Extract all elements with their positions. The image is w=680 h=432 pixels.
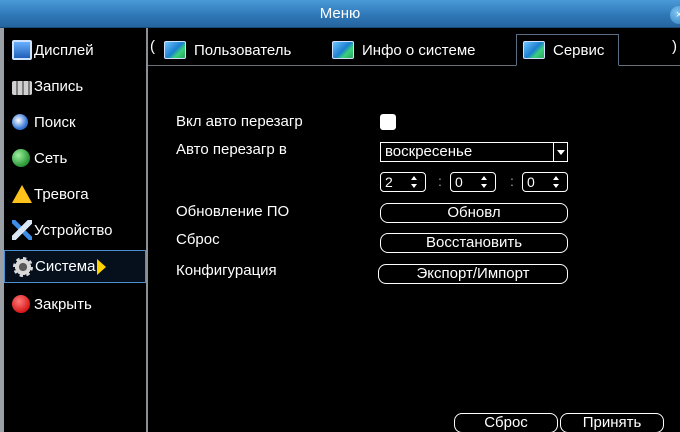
- sidebar-divider: [146, 28, 148, 432]
- hour-value: 2: [385, 174, 393, 190]
- second-spinner[interactable]: 0: [522, 172, 568, 192]
- tab-next-button[interactable]: ): [672, 38, 677, 55]
- time-separator: :: [510, 173, 514, 189]
- reset-label: Сброс: [176, 231, 220, 248]
- restore-button[interactable]: Восстановить: [380, 233, 568, 253]
- sidebar-item-label: Дисплей: [34, 41, 94, 59]
- active-arrow-icon: [97, 258, 107, 275]
- update-button[interactable]: Обновл: [380, 203, 568, 223]
- title-bar: Меню ×: [0, 0, 680, 28]
- sidebar-item-alarm[interactable]: Тревога: [4, 176, 146, 212]
- reboot-day-select[interactable]: воскресенье: [380, 142, 568, 162]
- display-icon: [12, 40, 32, 60]
- hour-spinner[interactable]: 2: [380, 172, 426, 192]
- auto-reboot-label: Вкл авто перезагр: [176, 113, 303, 130]
- device-icon: [12, 220, 32, 240]
- tab-label: Инфо о системе: [362, 41, 476, 59]
- service-tab-icon: [523, 41, 545, 59]
- sidebar-item-device[interactable]: Устройство: [4, 212, 146, 248]
- second-value: 0: [527, 174, 535, 190]
- config-label: Конфигурация: [176, 262, 277, 279]
- sidebar-item-label: Запись: [34, 77, 84, 95]
- sidebar-item-label: Поиск: [34, 113, 76, 131]
- user-tab-icon: [164, 41, 186, 59]
- sidebar-item-search[interactable]: Поиск: [4, 104, 146, 140]
- tab-service[interactable]: Сервис: [516, 34, 620, 66]
- sidebar-item-display[interactable]: Дисплей: [4, 32, 146, 68]
- tab-prev-button[interactable]: (: [150, 38, 155, 55]
- tab-label: Сервис: [553, 41, 605, 59]
- network-icon: [12, 149, 30, 167]
- tab-user[interactable]: Пользователь: [164, 34, 291, 66]
- export-import-button[interactable]: Экспорт/Импорт: [378, 264, 568, 284]
- search-icon: [12, 114, 28, 130]
- sidebar-item-label: Сеть: [34, 149, 68, 167]
- reset-button[interactable]: Сброс: [454, 413, 558, 432]
- time-separator: :: [438, 173, 442, 189]
- chevron-down-icon[interactable]: [553, 143, 567, 161]
- spinner-arrows-icon[interactable]: [481, 175, 489, 189]
- sidebar-item-close[interactable]: Закрыть: [4, 286, 146, 322]
- sidebar-item-label: Устройство: [34, 221, 113, 239]
- spinner-arrows-icon[interactable]: [553, 175, 561, 189]
- sidebar-item-label: Закрыть: [34, 295, 92, 313]
- reboot-at-label: Авто перезагр в: [176, 141, 287, 158]
- sidebar-item-network[interactable]: Сеть: [4, 140, 146, 176]
- tab-label: Пользователь: [194, 41, 292, 59]
- record-icon: [12, 80, 32, 95]
- sidebar: Дисплей Запись Поиск Сеть Тревога Устрой…: [4, 32, 146, 322]
- sidebar-item-label: Тревога: [34, 185, 89, 203]
- spinner-arrows-icon[interactable]: [411, 175, 419, 189]
- system-gear-icon: [13, 256, 33, 277]
- minute-spinner[interactable]: 0: [450, 172, 496, 192]
- auto-reboot-checkbox[interactable]: [380, 114, 396, 130]
- info-tab-icon: [332, 41, 354, 59]
- window-title: Меню: [319, 5, 361, 22]
- tab-bar: ( Пользователь Инфо о системе Сервис ): [148, 32, 680, 66]
- minute-value: 0: [455, 174, 463, 190]
- sidebar-item-record[interactable]: Запись: [4, 68, 146, 104]
- sidebar-item-label: Система: [35, 258, 96, 275]
- update-label: Обновление ПО: [176, 203, 290, 220]
- tab-system-info[interactable]: Инфо о системе: [332, 34, 476, 66]
- reboot-day-value: воскресенье: [385, 143, 473, 160]
- apply-button[interactable]: Принять: [560, 413, 664, 432]
- power-icon: [12, 295, 30, 313]
- sidebar-item-system[interactable]: Система: [4, 250, 146, 283]
- alarm-icon: [12, 185, 32, 203]
